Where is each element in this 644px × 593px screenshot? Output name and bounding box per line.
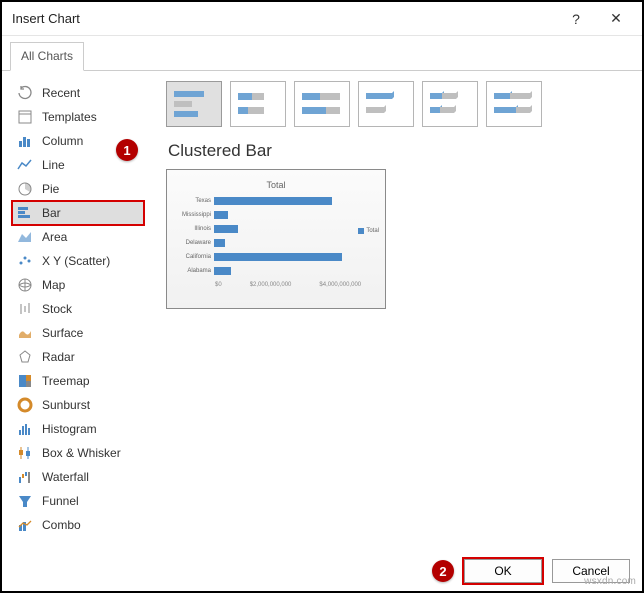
bar-icon [16, 204, 34, 222]
watermark: wsxdn.com [584, 576, 636, 587]
preview-cat-label: Illinois [177, 226, 211, 232]
sidebar-item-scatter[interactable]: X Y (Scatter) [12, 249, 144, 273]
subtype-100-stacked-bar[interactable] [294, 81, 350, 127]
tab-strip: All Charts [2, 36, 642, 71]
stock-icon [16, 300, 34, 318]
sidebar-item-label: Recent [42, 86, 80, 100]
sidebar-item-label: Radar [42, 350, 75, 364]
sidebar-item-label: Area [42, 230, 67, 244]
subtype-stacked-bar[interactable] [230, 81, 286, 127]
line-icon [16, 156, 34, 174]
preview-cat-label: California [177, 254, 211, 260]
subtype-3d-clustered-bar[interactable] [358, 81, 414, 127]
preview-cat-label: Mississippi [177, 212, 211, 218]
xaxis-tick: $4,000,000,000 [319, 282, 361, 288]
templates-icon [16, 108, 34, 126]
sidebar-item-label: Pie [42, 182, 59, 196]
sidebar-item-label: Surface [42, 326, 83, 340]
sidebar-item-label: Histogram [42, 422, 97, 436]
preview-cat-label: Texas [177, 198, 211, 204]
sidebar-item-bar[interactable]: Bar [12, 201, 144, 225]
chart-content: Clustered Bar Total Texas Mississippi Il… [144, 81, 632, 567]
sidebar-item-map[interactable]: Map [12, 273, 144, 297]
xaxis-tick: $2,000,000,000 [250, 282, 292, 288]
subtype-clustered-bar[interactable] [166, 81, 222, 127]
sidebar-item-label: X Y (Scatter) [42, 254, 110, 268]
map-icon [16, 276, 34, 294]
sidebar-item-templates[interactable]: Templates [12, 105, 144, 129]
sidebar-item-label: Funnel [42, 494, 79, 508]
sidebar-item-label: Combo [42, 518, 81, 532]
sidebar-item-waterfall[interactable]: Waterfall [12, 465, 144, 489]
sidebar-item-stock[interactable]: Stock [12, 297, 144, 321]
main-area: Recent Templates Column Line Pie Bar Are… [2, 71, 642, 567]
ok-button[interactable]: OK [464, 559, 542, 583]
sidebar-item-label: Box & Whisker [42, 446, 121, 460]
preview-bar [214, 253, 342, 261]
preview-bar [214, 225, 238, 233]
subtype-title: Clustered Bar [168, 141, 632, 161]
sunburst-icon [16, 396, 34, 414]
sidebar-item-label: Bar [42, 206, 61, 220]
surface-icon [16, 324, 34, 342]
funnel-icon [16, 492, 34, 510]
scatter-icon [16, 252, 34, 270]
bar-subtype-row [166, 81, 632, 127]
annotation-marker-2: 2 [432, 560, 454, 582]
sidebar-item-area[interactable]: Area [12, 225, 144, 249]
sidebar-item-pie[interactable]: Pie [12, 177, 144, 201]
preview-bar [214, 211, 228, 219]
tab-all-charts[interactable]: All Charts [10, 42, 84, 71]
preview-bar [214, 267, 231, 275]
radar-icon [16, 348, 34, 366]
annotation-marker-1: 1 [116, 139, 138, 161]
sidebar-item-surface[interactable]: Surface [12, 321, 144, 345]
sidebar-item-radar[interactable]: Radar [12, 345, 144, 369]
treemap-icon [16, 372, 34, 390]
sidebar-item-combo[interactable]: Combo [12, 513, 144, 537]
preview-bar [214, 239, 225, 247]
pie-icon [16, 180, 34, 198]
area-icon [16, 228, 34, 246]
recent-icon [16, 84, 34, 102]
legend-label: Total [366, 228, 379, 234]
preview-bar [214, 197, 332, 205]
sidebar-item-label: Map [42, 278, 65, 292]
sidebar-item-funnel[interactable]: Funnel [12, 489, 144, 513]
sidebar-item-recent[interactable]: Recent [12, 81, 144, 105]
sidebar-item-sunburst[interactable]: Sunburst [12, 393, 144, 417]
dialog-title: Insert Chart [12, 11, 556, 26]
sidebar-item-label: Waterfall [42, 470, 89, 484]
column-icon [16, 132, 34, 150]
preview-legend: Total [358, 228, 379, 234]
legend-swatch [358, 228, 364, 234]
sidebar-item-histogram[interactable]: Histogram [12, 417, 144, 441]
preview-title: Total [177, 180, 375, 190]
chart-preview[interactable]: Total Texas Mississippi Illinois Delawar… [166, 169, 386, 309]
sidebar-item-label: Stock [42, 302, 72, 316]
combo-icon [16, 516, 34, 534]
sidebar-item-box-whisker[interactable]: Box & Whisker [12, 441, 144, 465]
sidebar-item-treemap[interactable]: Treemap [12, 369, 144, 393]
titlebar: Insert Chart ? ✕ [2, 2, 642, 36]
sidebar-item-label: Templates [42, 110, 97, 124]
sidebar-item-label: Line [42, 158, 65, 172]
sidebar-item-label: Treemap [42, 374, 90, 388]
xaxis-tick: $0 [215, 282, 222, 288]
histogram-icon [16, 420, 34, 438]
help-button[interactable]: ? [556, 5, 596, 33]
preview-cat-label: Delaware [177, 240, 211, 246]
sidebar-item-label: Sunburst [42, 398, 90, 412]
subtype-3d-100-stacked-bar[interactable] [486, 81, 542, 127]
preview-cat-label: Alabama [177, 268, 211, 274]
preview-xaxis: $0 $2,000,000,000 $4,000,000,000 [215, 282, 375, 288]
box-whisker-icon [16, 444, 34, 462]
waterfall-icon [16, 468, 34, 486]
sidebar-item-label: Column [42, 134, 83, 148]
close-button[interactable]: ✕ [596, 5, 636, 33]
subtype-3d-stacked-bar[interactable] [422, 81, 478, 127]
